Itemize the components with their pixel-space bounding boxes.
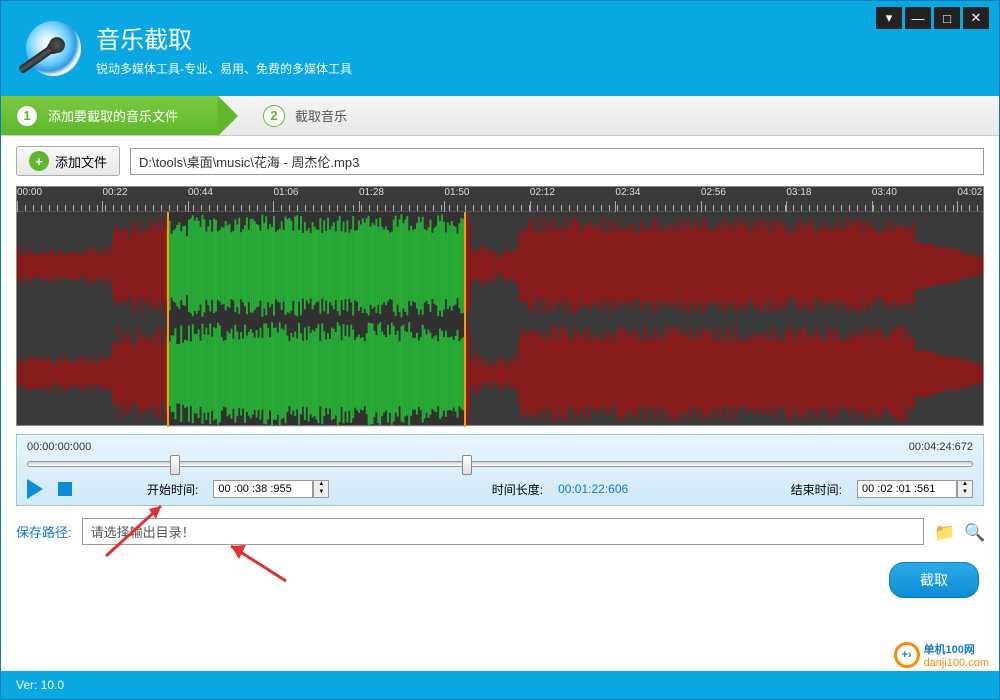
file-toolbar: + 添加文件 bbox=[1, 136, 999, 186]
watermark-site: 单机100网 bbox=[924, 641, 989, 657]
watermark-icon: +› bbox=[894, 642, 920, 668]
window-controls: ▾ — □ ✕ bbox=[876, 7, 989, 29]
app-logo bbox=[21, 19, 81, 79]
folder-icon[interactable]: 📁 bbox=[934, 523, 954, 541]
slider-handle-start[interactable] bbox=[170, 455, 180, 475]
close-button[interactable]: ✕ bbox=[963, 7, 989, 29]
step-1[interactable]: 1 添加要截取的音乐文件 bbox=[1, 96, 218, 135]
waveform-panel: 00:0000:2200:4401:0601:2801:5002:1202:34… bbox=[16, 186, 984, 426]
extract-button[interactable]: 截取 bbox=[889, 562, 979, 598]
minimize-button[interactable]: — bbox=[905, 7, 931, 29]
app-title: 音乐截取 bbox=[96, 20, 352, 55]
plus-icon: + bbox=[29, 151, 49, 171]
end-time-input[interactable] bbox=[857, 480, 957, 498]
file-path-input[interactable] bbox=[130, 148, 984, 175]
title-bar: 音乐截取 锐动多媒体工具-专业、易用、免费的多媒体工具 ▾ — □ ✕ bbox=[1, 1, 999, 96]
start-time-label: 开始时间: bbox=[147, 481, 198, 498]
total-time: 00:04:24:672 bbox=[909, 441, 973, 453]
timeline-panel: 00:00:00:000 00:04:24:672 开始时间: ▲▼ 时间长度:… bbox=[16, 434, 984, 506]
action-row: 截取 bbox=[1, 557, 999, 603]
stop-button[interactable] bbox=[58, 482, 72, 496]
step-1-label: 添加要截取的音乐文件 bbox=[48, 106, 178, 125]
step-2[interactable]: 2 截取音乐 bbox=[248, 96, 387, 135]
length-value: 00:01:22:606 bbox=[558, 482, 628, 496]
add-file-button[interactable]: + 添加文件 bbox=[16, 146, 120, 176]
selection-range[interactable] bbox=[167, 212, 466, 427]
range-slider[interactable] bbox=[27, 461, 973, 467]
maximize-button[interactable]: □ bbox=[934, 7, 960, 29]
waveform-area[interactable] bbox=[17, 212, 983, 427]
watermark-url: danji100.com bbox=[924, 657, 989, 669]
end-time-spinner[interactable]: ▲▼ bbox=[957, 480, 973, 498]
save-path-label: 保存路径: bbox=[16, 522, 72, 541]
save-path-row: 保存路径: 📁 🔍 bbox=[16, 518, 984, 545]
version-label: Ver: 10.0 bbox=[16, 678, 64, 692]
add-file-label: 添加文件 bbox=[55, 152, 107, 171]
start-time-input[interactable] bbox=[213, 480, 313, 498]
length-label: 时间长度: bbox=[492, 481, 543, 498]
app-subtitle: 锐动多媒体工具-专业、易用、免费的多媒体工具 bbox=[96, 60, 352, 77]
dropdown-button[interactable]: ▾ bbox=[876, 7, 902, 29]
watermark: +› 单机100网 danji100.com bbox=[894, 641, 989, 669]
current-time: 00:00:00:000 bbox=[27, 441, 91, 453]
end-time-label: 结束时间: bbox=[791, 481, 842, 498]
step-1-number: 1 bbox=[16, 105, 38, 127]
status-bar: Ver: 10.0 bbox=[1, 671, 999, 699]
play-button[interactable] bbox=[27, 479, 43, 499]
step-bar: 1 添加要截取的音乐文件 2 截取音乐 bbox=[1, 96, 999, 136]
slider-handle-end[interactable] bbox=[462, 455, 472, 475]
start-time-spinner[interactable]: ▲▼ bbox=[313, 480, 329, 498]
search-icon[interactable]: 🔍 bbox=[964, 523, 984, 541]
step-2-number: 2 bbox=[263, 105, 285, 127]
step-2-label: 截取音乐 bbox=[295, 106, 347, 125]
time-ruler: 00:0000:2200:4401:0601:2801:5002:1202:34… bbox=[17, 187, 983, 212]
save-path-input[interactable] bbox=[82, 518, 924, 545]
